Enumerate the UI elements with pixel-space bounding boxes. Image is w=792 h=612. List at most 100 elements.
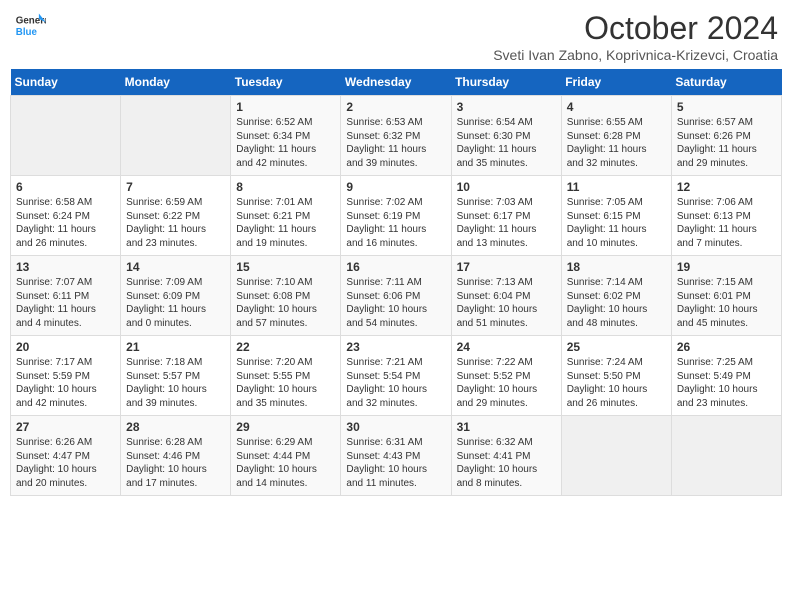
calendar-cell: 1 Sunrise: 6:52 AM Sunset: 6:34 PM Daylig… — [231, 96, 341, 176]
day-info: Sunrise: 7:07 AM Sunset: 6:11 PM Dayligh… — [16, 276, 115, 330]
day-number: 11 — [567, 180, 666, 194]
logo: General Blue — [14, 10, 46, 42]
day-info: Sunrise: 6:55 AM Sunset: 6:28 PM Dayligh… — [567, 116, 666, 170]
calendar-cell: 10Sunrise: 7:03 AM Sunset: 6:17 PM Dayli… — [451, 176, 561, 256]
svg-text:Blue: Blue — [16, 27, 38, 38]
day-number: 27 — [16, 420, 115, 434]
day-info: Sunrise: 6:58 AM Sunset: 6:24 PM Dayligh… — [16, 196, 115, 250]
day-number: 16 — [346, 260, 445, 274]
day-number: 23 — [346, 340, 445, 354]
day-info: Sunrise: 6:54 AM Sunset: 6:30 PM Dayligh… — [457, 116, 556, 170]
day-info: Sunrise: 7:10 AM Sunset: 6:08 PM Dayligh… — [236, 276, 335, 330]
day-info: Sunrise: 7:25 AM Sunset: 5:49 PM Dayligh… — [677, 356, 776, 410]
calendar-cell: 8 Sunrise: 7:01 AM Sunset: 6:21 PM Daylig… — [231, 176, 341, 256]
day-number: 30 — [346, 420, 445, 434]
day-info: Sunrise: 7:01 AM Sunset: 6:21 PM Dayligh… — [236, 196, 335, 250]
day-info: Sunrise: 6:26 AM Sunset: 4:47 PM Dayligh… — [16, 436, 115, 490]
calendar-cell: 18 Sunrise: 7:14 AM Sunset: 6:02 PM Dayli… — [561, 256, 671, 336]
calendar-cell: 21 Sunrise: 7:18 AM Sunset: 5:57 PM Dayli… — [121, 336, 231, 416]
day-info: Sunrise: 7:18 AM Sunset: 5:57 PM Dayligh… — [126, 356, 225, 410]
day-number: 4 — [567, 100, 666, 114]
day-number: 31 — [457, 420, 556, 434]
day-info: Sunrise: 7:05 AM Sunset: 6:15 PM Dayligh… — [567, 196, 666, 250]
calendar-cell: 31 Sunrise: 6:32 AM Sunset: 4:41 PM Dayli… — [451, 416, 561, 496]
day-info: Sunrise: 6:52 AM Sunset: 6:34 PM Dayligh… — [236, 116, 335, 170]
calendar-week-5: 27 Sunrise: 6:26 AM Sunset: 4:47 PM Dayli… — [11, 416, 782, 496]
day-number: 8 — [236, 180, 335, 194]
day-number: 18 — [567, 260, 666, 274]
calendar-week-1: 1 Sunrise: 6:52 AM Sunset: 6:34 PM Daylig… — [11, 96, 782, 176]
month-title: October 2024 — [493, 10, 778, 47]
calendar-cell: 7 Sunrise: 6:59 AM Sunset: 6:22 PM Daylig… — [121, 176, 231, 256]
day-number: 29 — [236, 420, 335, 434]
calendar-week-3: 13 Sunrise: 7:07 AM Sunset: 6:11 PM Dayli… — [11, 256, 782, 336]
calendar-cell: 26 Sunrise: 7:25 AM Sunset: 5:49 PM Dayli… — [671, 336, 781, 416]
header-monday: Monday — [121, 69, 231, 96]
day-number: 13 — [16, 260, 115, 274]
day-number: 7 — [126, 180, 225, 194]
day-number: 28 — [126, 420, 225, 434]
day-number: 3 — [457, 100, 556, 114]
day-info: Sunrise: 6:53 AM Sunset: 6:32 PM Dayligh… — [346, 116, 445, 170]
day-number: 24 — [457, 340, 556, 354]
day-info: Sunrise: 6:29 AM Sunset: 4:44 PM Dayligh… — [236, 436, 335, 490]
day-number: 21 — [126, 340, 225, 354]
calendar-cell — [121, 96, 231, 176]
calendar-cell: 20 Sunrise: 7:17 AM Sunset: 5:59 PM Dayli… — [11, 336, 121, 416]
day-number: 1 — [236, 100, 335, 114]
day-info: Sunrise: 6:59 AM Sunset: 6:22 PM Dayligh… — [126, 196, 225, 250]
calendar-week-2: 6Sunrise: 6:58 AM Sunset: 6:24 PM Daylig… — [11, 176, 782, 256]
day-info: Sunrise: 7:17 AM Sunset: 5:59 PM Dayligh… — [16, 356, 115, 410]
day-info: Sunrise: 7:15 AM Sunset: 6:01 PM Dayligh… — [677, 276, 776, 330]
day-info: Sunrise: 7:13 AM Sunset: 6:04 PM Dayligh… — [457, 276, 556, 330]
day-number: 5 — [677, 100, 776, 114]
day-info: Sunrise: 7:20 AM Sunset: 5:55 PM Dayligh… — [236, 356, 335, 410]
logo-icon: General Blue — [14, 10, 46, 42]
day-info: Sunrise: 7:14 AM Sunset: 6:02 PM Dayligh… — [567, 276, 666, 330]
calendar-cell: 12 Sunrise: 7:06 AM Sunset: 6:13 PM Dayli… — [671, 176, 781, 256]
day-number: 22 — [236, 340, 335, 354]
day-info: Sunrise: 6:32 AM Sunset: 4:41 PM Dayligh… — [457, 436, 556, 490]
day-info: Sunrise: 6:57 AM Sunset: 6:26 PM Dayligh… — [677, 116, 776, 170]
calendar-cell: 4 Sunrise: 6:55 AM Sunset: 6:28 PM Daylig… — [561, 96, 671, 176]
calendar-cell: 9 Sunrise: 7:02 AM Sunset: 6:19 PM Daylig… — [341, 176, 451, 256]
calendar-cell: 23Sunrise: 7:21 AM Sunset: 5:54 PM Dayli… — [341, 336, 451, 416]
header-sunday: Sunday — [11, 69, 121, 96]
day-number: 19 — [677, 260, 776, 274]
calendar-cell: 13 Sunrise: 7:07 AM Sunset: 6:11 PM Dayli… — [11, 256, 121, 336]
calendar-cell: 25 Sunrise: 7:24 AM Sunset: 5:50 PM Dayli… — [561, 336, 671, 416]
day-number: 12 — [677, 180, 776, 194]
day-info: Sunrise: 7:24 AM Sunset: 5:50 PM Dayligh… — [567, 356, 666, 410]
day-number: 20 — [16, 340, 115, 354]
title-block: October 2024 Sveti Ivan Zabno, Koprivnic… — [493, 10, 778, 63]
day-number: 9 — [346, 180, 445, 194]
day-info: Sunrise: 7:06 AM Sunset: 6:13 PM Dayligh… — [677, 196, 776, 250]
header-friday: Friday — [561, 69, 671, 96]
calendar-cell: 29 Sunrise: 6:29 AM Sunset: 4:44 PM Dayli… — [231, 416, 341, 496]
calendar-cell: 28 Sunrise: 6:28 AM Sunset: 4:46 PM Dayli… — [121, 416, 231, 496]
day-info: Sunrise: 7:02 AM Sunset: 6:19 PM Dayligh… — [346, 196, 445, 250]
day-info: Sunrise: 7:09 AM Sunset: 6:09 PM Dayligh… — [126, 276, 225, 330]
calendar-cell — [671, 416, 781, 496]
day-number: 15 — [236, 260, 335, 274]
day-number: 10 — [457, 180, 556, 194]
calendar-cell: 16 Sunrise: 7:11 AM Sunset: 6:06 PM Dayli… — [341, 256, 451, 336]
calendar-week-4: 20 Sunrise: 7:17 AM Sunset: 5:59 PM Dayli… — [11, 336, 782, 416]
day-info: Sunrise: 6:28 AM Sunset: 4:46 PM Dayligh… — [126, 436, 225, 490]
calendar-cell: 15 Sunrise: 7:10 AM Sunset: 6:08 PM Dayli… — [231, 256, 341, 336]
calendar-cell: 24Sunrise: 7:22 AM Sunset: 5:52 PM Dayli… — [451, 336, 561, 416]
calendar-cell — [11, 96, 121, 176]
calendar-cell: 5 Sunrise: 6:57 AM Sunset: 6:26 PM Daylig… — [671, 96, 781, 176]
day-number: 25 — [567, 340, 666, 354]
header-thursday: Thursday — [451, 69, 561, 96]
day-number: 26 — [677, 340, 776, 354]
day-number: 17 — [457, 260, 556, 274]
calendar-cell: 2Sunrise: 6:53 AM Sunset: 6:32 PM Daylig… — [341, 96, 451, 176]
calendar-cell: 6Sunrise: 6:58 AM Sunset: 6:24 PM Daylig… — [11, 176, 121, 256]
header-wednesday: Wednesday — [341, 69, 451, 96]
day-info: Sunrise: 7:11 AM Sunset: 6:06 PM Dayligh… — [346, 276, 445, 330]
calendar-cell: 30Sunrise: 6:31 AM Sunset: 4:43 PM Dayli… — [341, 416, 451, 496]
page-header: General Blue October 2024 Sveti Ivan Zab… — [10, 10, 782, 63]
calendar-cell: 14Sunrise: 7:09 AM Sunset: 6:09 PM Dayli… — [121, 256, 231, 336]
header-saturday: Saturday — [671, 69, 781, 96]
